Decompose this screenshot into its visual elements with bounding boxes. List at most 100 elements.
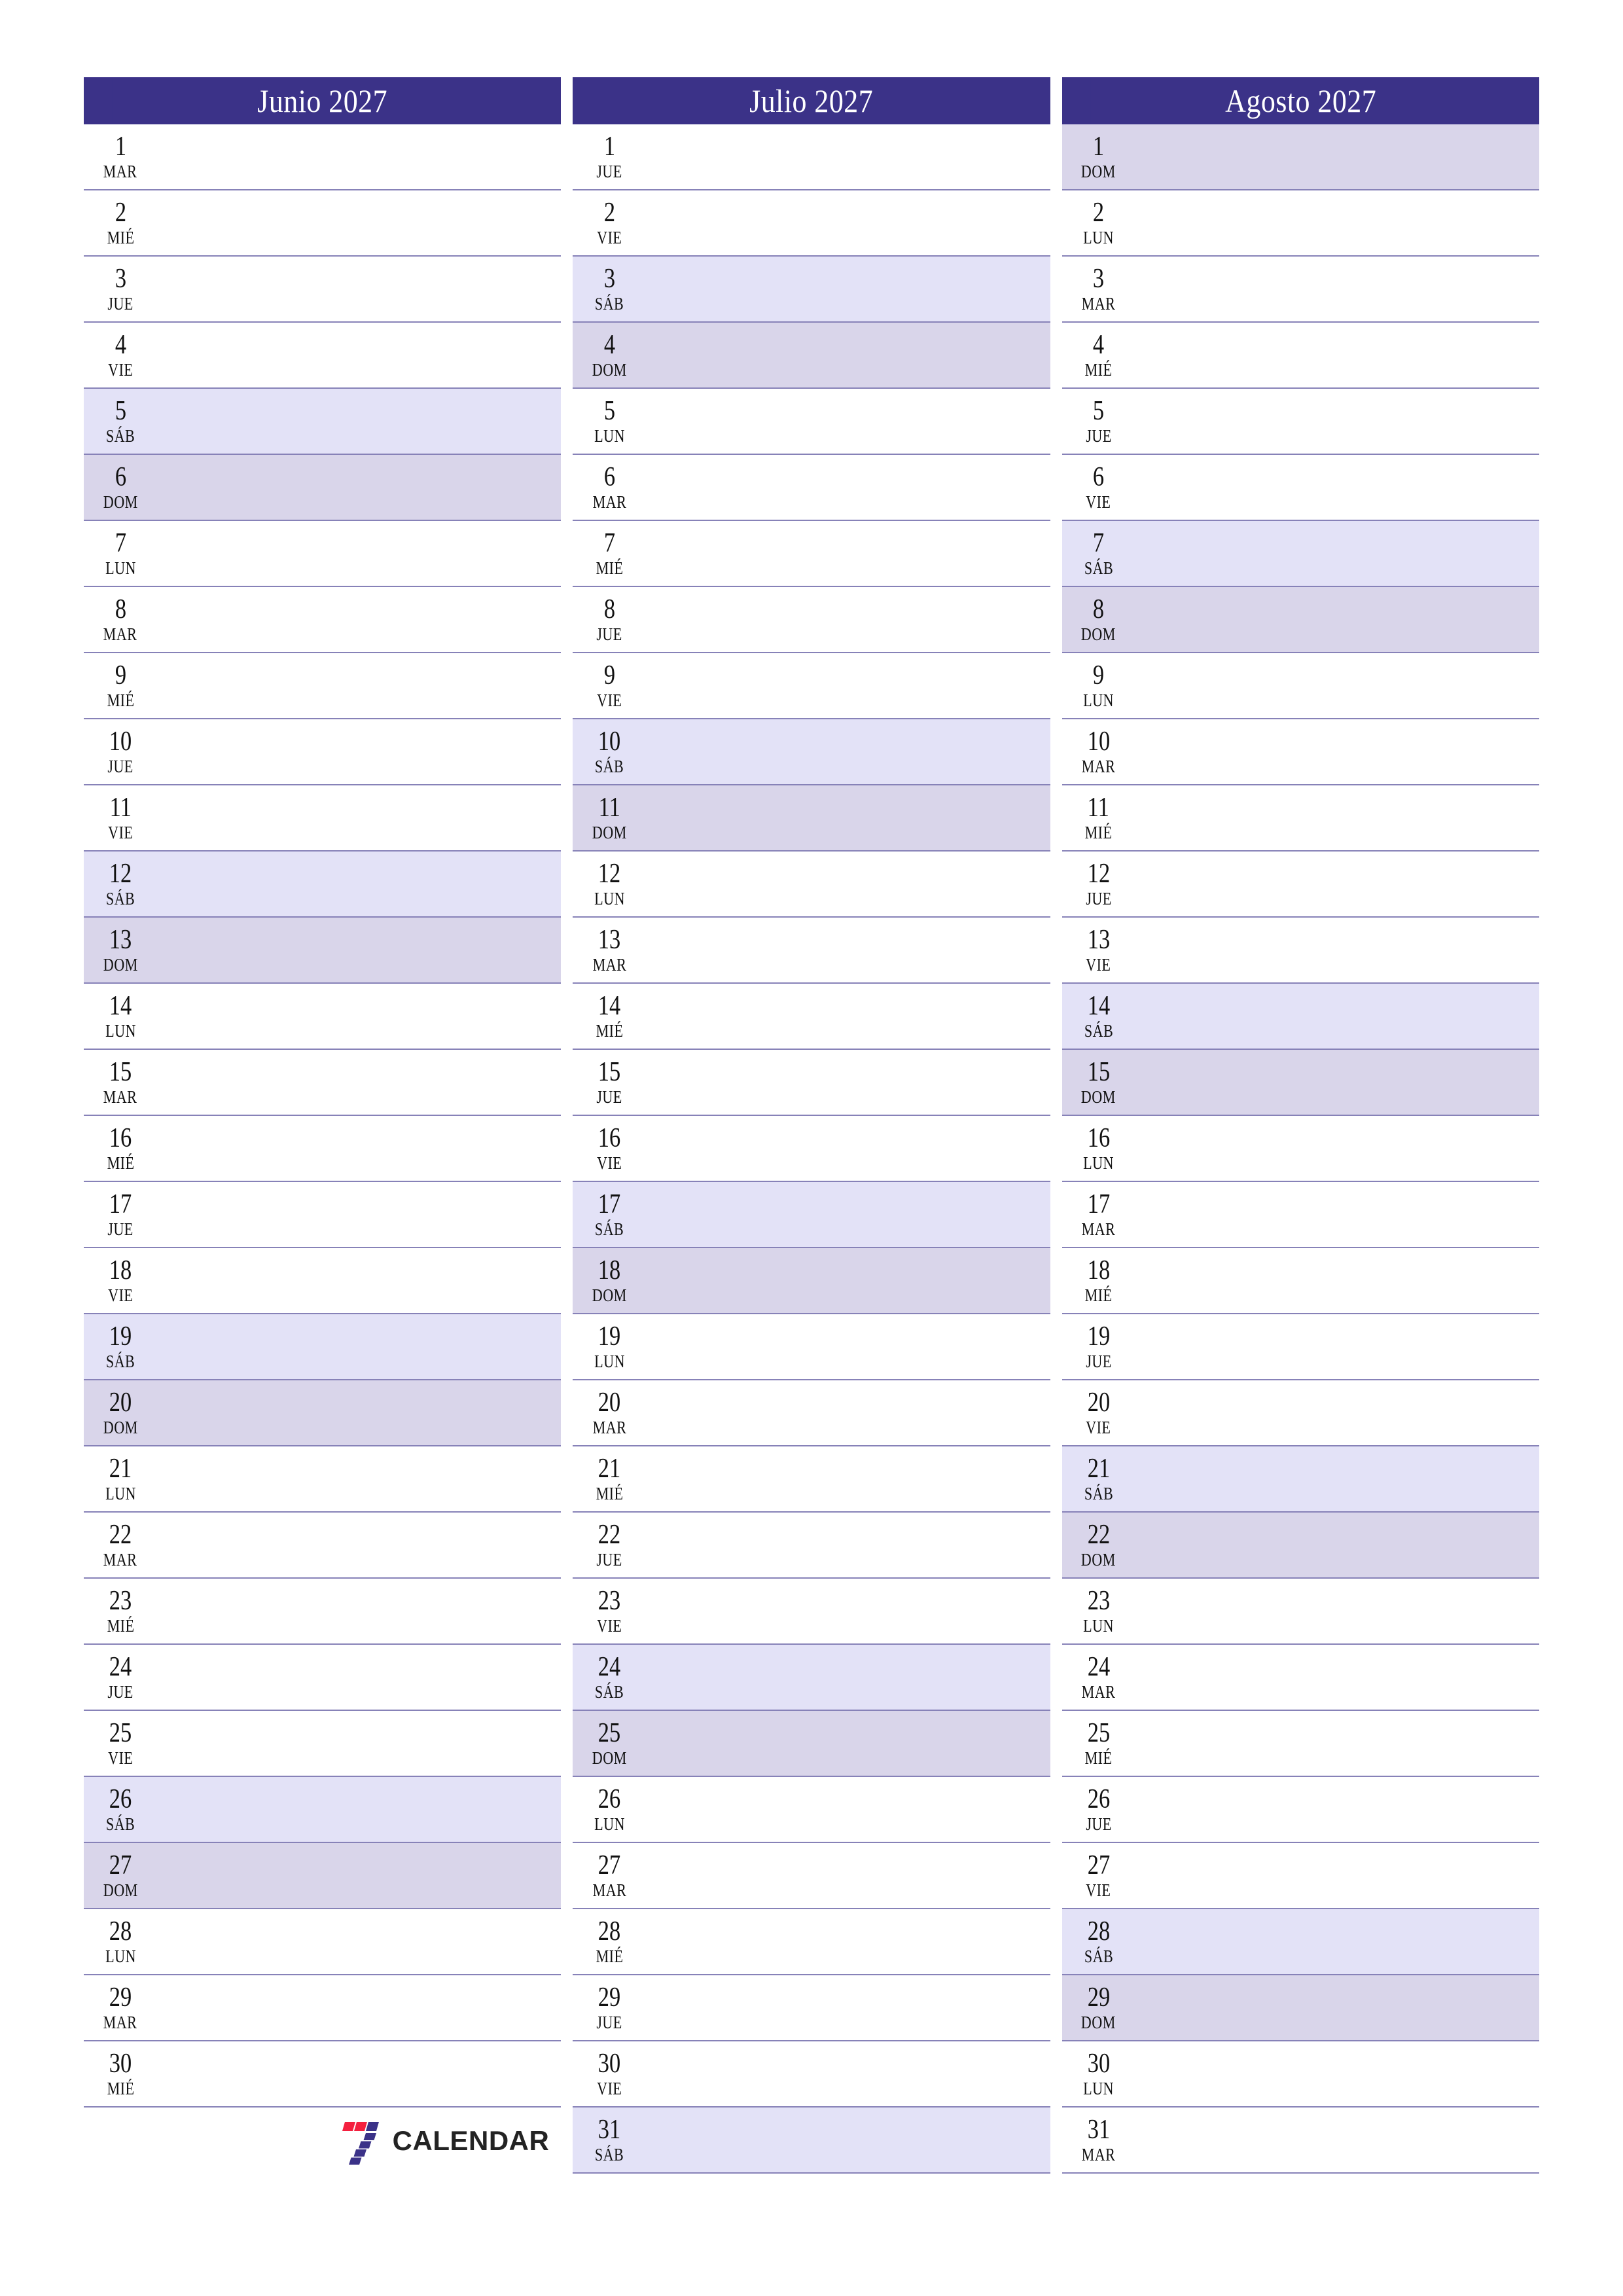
day-row[interactable]: 6 MAR	[573, 455, 1050, 521]
day-row[interactable]: 26 LUN	[573, 1777, 1050, 1843]
day-label-stack: 26 SÁB	[89, 1777, 152, 1842]
day-row[interactable]: 5 LUN	[573, 389, 1050, 455]
day-row[interactable]: 20 DOM	[84, 1380, 562, 1446]
day-row[interactable]: 25 VIE	[84, 1711, 562, 1777]
day-row[interactable]: 18 DOM	[573, 1248, 1050, 1314]
day-row[interactable]: 8 JUE	[573, 587, 1050, 653]
day-row[interactable]: 29 DOM	[1061, 1975, 1539, 2041]
day-row[interactable]: 17 SÁB	[573, 1182, 1050, 1248]
day-row[interactable]: 24 JUE	[84, 1645, 562, 1711]
day-row[interactable]: 18 MIÉ	[1061, 1248, 1539, 1314]
day-row[interactable]: 26 SÁB	[84, 1777, 562, 1843]
day-row[interactable]: 7 SÁB	[1061, 521, 1539, 587]
day-row[interactable]: 30 VIE	[573, 2041, 1050, 2108]
day-row[interactable]: 24 MAR	[1061, 1645, 1539, 1711]
day-row[interactable]: 15 JUE	[573, 1050, 1050, 1116]
day-row[interactable]: 19 SÁB	[84, 1314, 562, 1380]
day-row[interactable]: 27 DOM	[84, 1843, 562, 1909]
day-row[interactable]: 1 MAR	[84, 124, 562, 190]
day-row[interactable]: 10 JUE	[84, 719, 562, 785]
day-row[interactable]: 3 MAR	[1061, 257, 1539, 323]
day-row[interactable]: 2 MIÉ	[84, 190, 562, 257]
day-row[interactable]: 9 LUN	[1061, 653, 1539, 719]
day-row[interactable]: 6 VIE	[1061, 455, 1539, 521]
day-row[interactable]: 11 DOM	[573, 785, 1050, 852]
day-row[interactable]: 22 MAR	[84, 1513, 562, 1579]
day-row[interactable]: 2 VIE	[573, 190, 1050, 257]
day-row[interactable]: 8 DOM	[1061, 587, 1539, 653]
day-row[interactable]: 29 MAR	[84, 1975, 562, 2041]
day-row[interactable]: 4 DOM	[573, 323, 1050, 389]
day-row[interactable]: 25 DOM	[573, 1711, 1050, 1777]
day-row[interactable]: 20 MAR	[573, 1380, 1050, 1446]
day-number: 21	[1087, 1454, 1110, 1484]
day-row[interactable]: 10 SÁB	[573, 719, 1050, 785]
month-column: Julio 2027 1 JUE 2 VIE 3 SÁB 4 DOM 5 LUN 6 MAR 7 MIÉ 8 J…	[573, 77, 1050, 2174]
day-row[interactable]: 4 MIÉ	[1061, 323, 1539, 389]
day-row[interactable]: 9 VIE	[573, 653, 1050, 719]
day-row[interactable]: 29 JUE	[573, 1975, 1050, 2041]
day-row[interactable]: 21 MIÉ	[573, 1446, 1050, 1513]
day-row[interactable]: 13 MAR	[573, 918, 1050, 984]
day-row[interactable]: 17 MAR	[1061, 1182, 1539, 1248]
day-row[interactable]: 18 VIE	[84, 1248, 562, 1314]
day-row[interactable]: 23 LUN	[1061, 1579, 1539, 1645]
day-row[interactable]: 22 DOM	[1061, 1513, 1539, 1579]
day-row[interactable]: 21 LUN	[84, 1446, 562, 1513]
day-row[interactable]: 5 JUE	[1061, 389, 1539, 455]
day-row[interactable]: 20 VIE	[1061, 1380, 1539, 1446]
day-row[interactable]: 28 MIÉ	[573, 1909, 1050, 1975]
day-row[interactable]: 27 MAR	[573, 1843, 1050, 1909]
day-row[interactable]: 30 LUN	[1061, 2041, 1539, 2108]
day-row[interactable]: 31 MAR	[1061, 2108, 1539, 2174]
day-row[interactable]: 13 DOM	[84, 918, 562, 984]
day-row[interactable]: 11 MIÉ	[1061, 785, 1539, 852]
day-row[interactable]: 1 JUE	[573, 124, 1050, 190]
day-row[interactable]: 30 MIÉ	[84, 2041, 562, 2108]
day-row[interactable]: 3 JUE	[84, 257, 562, 323]
day-row[interactable]: 23 VIE	[573, 1579, 1050, 1645]
day-row[interactable]: 16 VIE	[573, 1116, 1050, 1182]
day-row[interactable]: 4 VIE	[84, 323, 562, 389]
day-label-stack: 30 MIÉ	[89, 2041, 152, 2106]
day-row[interactable]: 7 LUN	[84, 521, 562, 587]
day-number: 7	[115, 528, 126, 559]
day-row[interactable]: 8 MAR	[84, 587, 562, 653]
day-row[interactable]: 16 MIÉ	[84, 1116, 562, 1182]
day-row[interactable]: 12 SÁB	[84, 852, 562, 918]
day-row[interactable]: 17 JUE	[84, 1182, 562, 1248]
day-row[interactable]: 12 JUE	[1061, 852, 1539, 918]
day-row[interactable]: 16 LUN	[1061, 1116, 1539, 1182]
day-row[interactable]: 12 LUN	[573, 852, 1050, 918]
day-row[interactable]: 19 JUE	[1061, 1314, 1539, 1380]
day-row[interactable]: 7 MIÉ	[573, 521, 1050, 587]
day-row[interactable]: 14 MIÉ	[573, 984, 1050, 1050]
day-row[interactable]: 21 SÁB	[1061, 1446, 1539, 1513]
day-row[interactable]: 22 JUE	[573, 1513, 1050, 1579]
day-number: 18	[598, 1255, 621, 1286]
day-row[interactable]: 2 LUN	[1061, 190, 1539, 257]
day-row[interactable]: 15 MAR	[84, 1050, 562, 1116]
day-row[interactable]: 14 LUN	[84, 984, 562, 1050]
day-number: 24	[598, 1652, 621, 1683]
day-row[interactable]: 1 DOM	[1061, 124, 1539, 190]
day-row[interactable]: 19 LUN	[573, 1314, 1050, 1380]
day-row[interactable]: 28 LUN	[84, 1909, 562, 1975]
day-row[interactable]: 5 SÁB	[84, 389, 562, 455]
day-row[interactable]: 13 VIE	[1061, 918, 1539, 984]
day-row[interactable]: 15 DOM	[1061, 1050, 1539, 1116]
day-row[interactable]: 24 SÁB	[573, 1645, 1050, 1711]
day-row[interactable]: 10 MAR	[1061, 719, 1539, 785]
day-row[interactable]: 14 SÁB	[1061, 984, 1539, 1050]
day-row[interactable]: 27 VIE	[1061, 1843, 1539, 1909]
day-weekday: MIÉ	[1084, 360, 1113, 380]
day-row[interactable]: 26 JUE	[1061, 1777, 1539, 1843]
day-row[interactable]: 23 MIÉ	[84, 1579, 562, 1645]
day-row[interactable]: 25 MIÉ	[1061, 1711, 1539, 1777]
day-row[interactable]: 3 SÁB	[573, 257, 1050, 323]
day-row[interactable]: 6 DOM	[84, 455, 562, 521]
day-row[interactable]: 28 SÁB	[1061, 1909, 1539, 1975]
day-row[interactable]: 11 VIE	[84, 785, 562, 852]
day-row[interactable]: 9 MIÉ	[84, 653, 562, 719]
day-row[interactable]: 31 SÁB	[573, 2108, 1050, 2174]
